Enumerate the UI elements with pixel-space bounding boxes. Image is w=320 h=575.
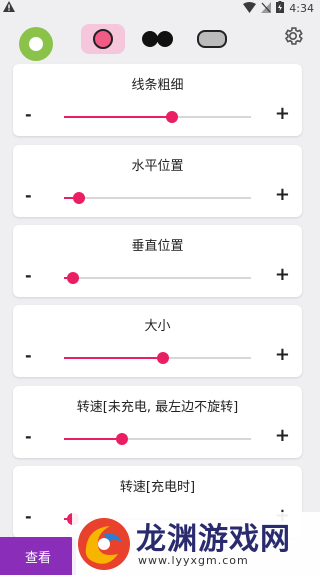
circle-style-icon[interactable] [19, 27, 53, 61]
increase-button[interactable]: + [275, 425, 290, 446]
decrease-button[interactable]: - [25, 266, 32, 285]
increase-button[interactable]: + [275, 103, 290, 124]
battery-charging-icon [276, 1, 285, 16]
decrease-button[interactable]: - [25, 186, 32, 205]
watermark-url: www.lyyxgm.com [138, 554, 249, 567]
card-title: 垂直位置 [131, 239, 184, 254]
speed-not-charging-card: 转速[未充电, 最左边不旋转] - + [13, 386, 302, 458]
shape-pill-button[interactable] [190, 24, 234, 54]
slider-thumb[interactable] [166, 111, 179, 123]
size-card: 大小 - + [13, 305, 302, 377]
shape-circle-button[interactable] [81, 24, 125, 54]
clock-time: 4:34 [289, 2, 314, 15]
view-button[interactable]: 查看 [0, 537, 76, 575]
slider-thumb[interactable] [67, 272, 80, 284]
horizontal-position-card: 水平位置 - + [13, 145, 302, 217]
decrease-button[interactable]: - [25, 346, 32, 365]
slider[interactable] [64, 272, 251, 284]
status-bar: 4:34 [0, 0, 320, 18]
dragon-logo-icon [78, 518, 130, 570]
slider-thumb[interactable] [157, 352, 170, 364]
watermark-title: 龙渊游戏网 [136, 522, 291, 557]
slider[interactable] [64, 433, 251, 445]
slider[interactable] [64, 192, 251, 204]
card-title: 线条粗细 [131, 78, 184, 93]
increase-button[interactable]: + [275, 184, 290, 205]
card-title: 水平位置 [131, 159, 184, 174]
card-title: 转速[未充电, 最左边不旋转] [76, 400, 239, 415]
decrease-button[interactable]: - [25, 507, 32, 526]
wifi-icon [243, 1, 257, 16]
increase-button[interactable]: + [275, 264, 290, 285]
settings-gear-icon[interactable] [282, 25, 304, 51]
vertical-position-card: 垂直位置 - + [13, 225, 302, 297]
slider[interactable] [64, 111, 251, 123]
dual-circle-icon [141, 31, 173, 47]
no-signal-icon [261, 1, 272, 16]
decrease-button[interactable]: - [25, 105, 32, 124]
slider-thumb[interactable] [72, 192, 85, 204]
ring-icon [93, 29, 113, 49]
warning-icon [3, 1, 15, 15]
line-width-card: 线条粗细 - + [13, 64, 302, 136]
card-title: 转速[充电时] [119, 480, 196, 495]
slider[interactable] [64, 352, 251, 364]
shape-dual-button[interactable] [135, 24, 179, 54]
increase-button[interactable]: + [275, 344, 290, 365]
card-title: 大小 [144, 319, 171, 334]
watermark-banner: 龙渊游戏网 www.lyyxgm.com [72, 512, 320, 575]
toolbar [0, 18, 320, 61]
decrease-button[interactable]: - [25, 427, 32, 446]
pill-icon [197, 30, 227, 48]
slider-thumb[interactable] [115, 433, 128, 445]
